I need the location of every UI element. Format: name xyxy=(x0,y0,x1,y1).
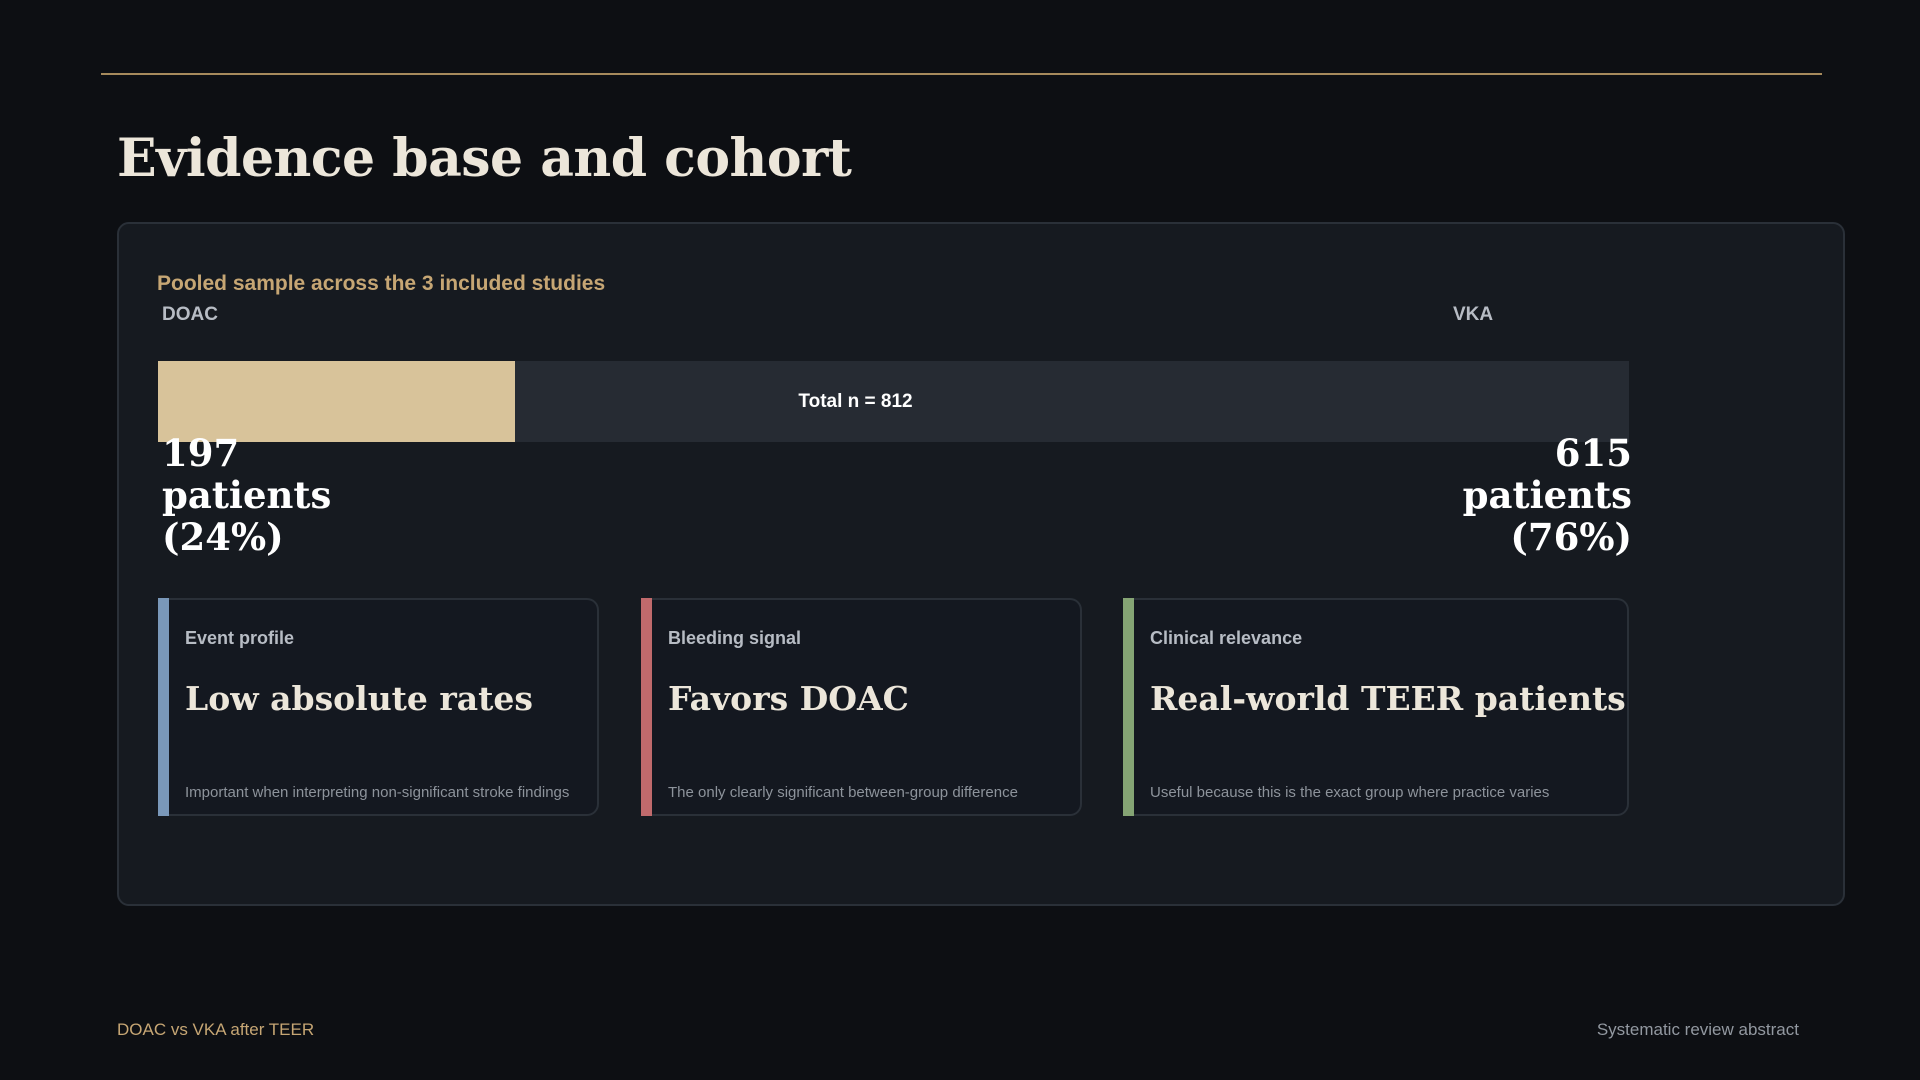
card-kicker: Bleeding signal xyxy=(668,628,802,648)
footer-left: DOAC vs VKA after TEER xyxy=(117,1020,315,1039)
card-headline: Favors DOAC xyxy=(668,679,909,718)
event-profile-card: Event profile Low absolute rates Importa… xyxy=(158,598,599,816)
card-kicker: Clinical relevance xyxy=(1150,628,1303,648)
cohort-bar-track: Total n = 812 xyxy=(158,361,1629,442)
card-accent xyxy=(158,598,169,816)
doac-count-text: 197 patients (24%) xyxy=(162,431,332,559)
card-note-text: Useful because this is the exact group w… xyxy=(1150,784,1550,801)
card-headline: Real-world TEER patients xyxy=(1150,679,1626,718)
card-kicker: Event profile xyxy=(185,628,295,648)
card-note: Useful because this is the exact group w… xyxy=(1150,763,1607,803)
card-note-text: Important when interpreting non-signific… xyxy=(185,784,570,801)
vka-label: VKA xyxy=(1453,304,1494,325)
cohort-panel: Pooled sample across the 3 included stud… xyxy=(117,222,1845,906)
vka-count: 615 patients (76%) xyxy=(1392,432,1632,558)
doac-label: DOAC xyxy=(162,304,218,325)
card-note: The only clearly significant between-gro… xyxy=(668,763,1060,803)
footer-right: Systematic review abstract xyxy=(1596,1020,1799,1039)
card-accent xyxy=(641,598,652,816)
bleeding-signal-card: Bleeding signal Favors DOAC The only cle… xyxy=(641,598,1082,816)
vka-count-text: 615 patients (76%) xyxy=(1462,431,1632,559)
card-note-text: The only clearly significant between-gro… xyxy=(668,784,1018,801)
doac-bar xyxy=(158,361,515,442)
panel-subtitle: Pooled sample across the 3 included stud… xyxy=(157,272,606,295)
card-headline: Low absolute rates xyxy=(185,679,533,718)
top-rule xyxy=(101,73,1822,75)
doac-count: 197 patients (24%) xyxy=(162,432,402,558)
page-title: Evidence base and cohort xyxy=(117,128,852,189)
card-note: Important when interpreting non-signific… xyxy=(185,763,577,803)
card-accent xyxy=(1123,598,1134,816)
clinical-relevance-card: Clinical relevance Real-world TEER patie… xyxy=(1123,598,1629,816)
